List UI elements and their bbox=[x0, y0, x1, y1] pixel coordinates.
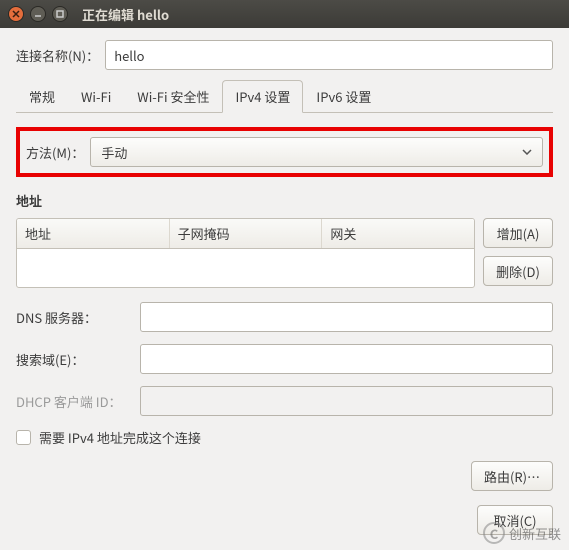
dhcp-row: DHCP 客户端 ID： bbox=[16, 386, 553, 416]
addresses-table[interactable]: 地址 子网掩码 网关 bbox=[16, 218, 475, 288]
method-highlight: 方法(M)： 手动 bbox=[16, 127, 553, 177]
method-value: 手动 bbox=[101, 143, 127, 162]
connection-name-row: 连接名称(N)： bbox=[16, 40, 553, 70]
tab-wifi[interactable]: Wi-Fi bbox=[68, 80, 124, 113]
dns-label: DNS 服务器： bbox=[16, 308, 134, 327]
search-row: 搜索域(E)： bbox=[16, 344, 553, 374]
main-content: 连接名称(N)： 常规 Wi-Fi Wi-Fi 安全性 IPv4 设置 IPv6… bbox=[0, 28, 569, 547]
window-title: 正在编辑 hello bbox=[82, 5, 169, 24]
search-domain-label: 搜索域(E)： bbox=[16, 350, 134, 369]
require-ipv4-label: 需要 IPv4 地址完成这个连接 bbox=[39, 428, 201, 447]
tab-ipv6[interactable]: IPv6 设置 bbox=[303, 80, 384, 113]
tab-ipv4[interactable]: IPv4 设置 bbox=[222, 80, 303, 113]
dhcp-client-id-label: DHCP 客户端 ID： bbox=[16, 392, 134, 411]
maximize-icon[interactable] bbox=[52, 6, 68, 22]
col-netmask: 子网掩码 bbox=[170, 219, 323, 248]
require-ipv4-row: 需要 IPv4 地址完成这个连接 bbox=[16, 428, 553, 447]
watermark-icon: C bbox=[483, 522, 505, 544]
routes-row: 路由(R)… bbox=[16, 461, 553, 491]
col-address: 地址 bbox=[17, 219, 170, 248]
footer: 取消(C) bbox=[16, 505, 553, 535]
col-gateway: 网关 bbox=[322, 219, 474, 248]
delete-button[interactable]: 删除(D) bbox=[483, 256, 553, 286]
connection-name-label: 连接名称(N)： bbox=[16, 46, 99, 65]
search-domain-input[interactable] bbox=[140, 344, 553, 374]
dns-input[interactable] bbox=[140, 302, 553, 332]
table-header: 地址 子网掩码 网关 bbox=[17, 219, 474, 249]
addresses-buttons: 增加(A) 删除(D) bbox=[483, 218, 553, 288]
chevron-down-icon bbox=[522, 149, 532, 155]
method-label: 方法(M)： bbox=[26, 143, 84, 162]
connection-name-input[interactable] bbox=[105, 40, 553, 70]
require-ipv4-checkbox[interactable] bbox=[16, 430, 31, 445]
table-body[interactable] bbox=[17, 249, 474, 287]
routes-button[interactable]: 路由(R)… bbox=[471, 461, 553, 491]
close-icon[interactable] bbox=[8, 6, 24, 22]
method-select[interactable]: 手动 bbox=[90, 137, 543, 167]
dhcp-client-id-input bbox=[140, 386, 553, 416]
minimize-icon[interactable] bbox=[30, 6, 46, 22]
watermark: C 创新互联 bbox=[483, 522, 561, 544]
tab-wifi-security[interactable]: Wi-Fi 安全性 bbox=[124, 80, 222, 113]
tabs: 常规 Wi-Fi Wi-Fi 安全性 IPv4 设置 IPv6 设置 bbox=[16, 80, 553, 113]
add-button[interactable]: 增加(A) bbox=[483, 218, 553, 248]
dns-row: DNS 服务器： bbox=[16, 302, 553, 332]
watermark-text: 创新互联 bbox=[509, 524, 561, 543]
tab-general[interactable]: 常规 bbox=[16, 80, 68, 113]
titlebar: 正在编辑 hello bbox=[0, 0, 569, 28]
addresses-section: 地址 子网掩码 网关 增加(A) 删除(D) bbox=[16, 218, 553, 288]
addresses-heading: 地址 bbox=[16, 191, 553, 210]
